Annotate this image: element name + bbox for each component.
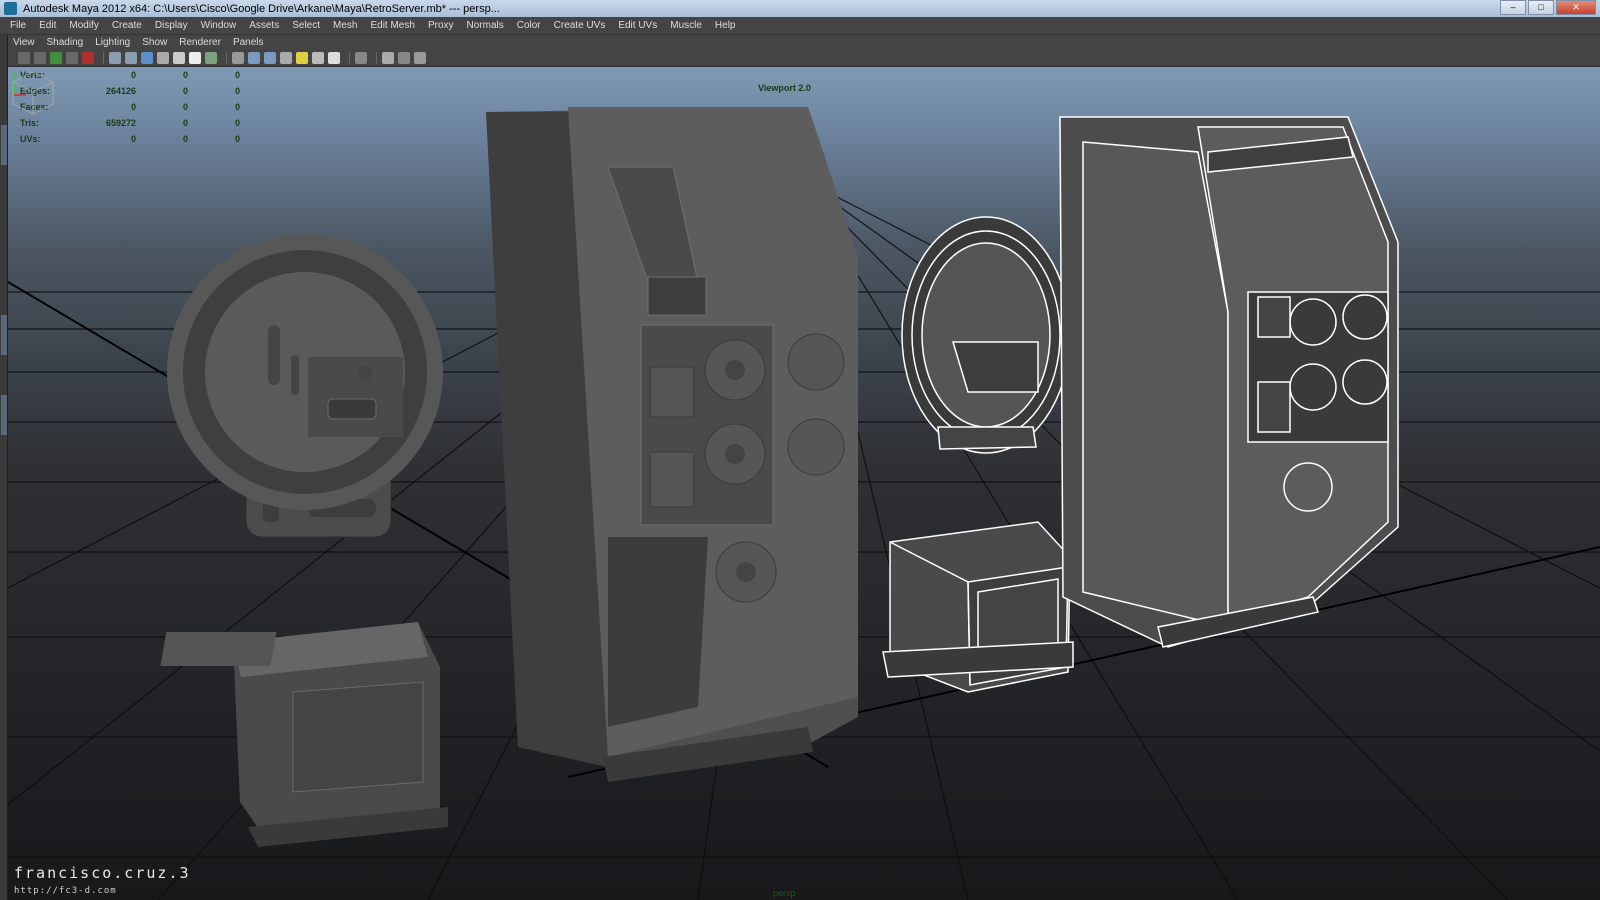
hud-value: 0 bbox=[130, 102, 136, 112]
maximize-icon[interactable]: □ bbox=[1528, 0, 1554, 15]
hud-value: 0 bbox=[182, 86, 188, 96]
viewport-persp[interactable]: Verts: 0 0 0 Edges: 264126 0 0 Faces: 0 … bbox=[8, 67, 1600, 900]
hud-value: 0 bbox=[182, 118, 188, 128]
lights-icon[interactable] bbox=[296, 52, 308, 64]
panel-toolbar bbox=[8, 50, 1600, 67]
shadows-icon[interactable] bbox=[312, 52, 324, 64]
hud-value: 0 bbox=[182, 102, 188, 112]
tall-cabinet-wireframe bbox=[1059, 116, 1399, 648]
toolbar-separator bbox=[103, 52, 104, 64]
window-title: Autodesk Maya 2012 x64: C:\Users\Cisco\G… bbox=[23, 2, 500, 15]
dock-tab[interactable] bbox=[1, 315, 7, 355]
tall-cabinet-mesh bbox=[486, 107, 858, 782]
hud-row-uvs: UVs: 0 0 0 bbox=[20, 131, 240, 147]
gate-mask-icon[interactable] bbox=[157, 52, 169, 64]
menu-window[interactable]: Window bbox=[201, 20, 237, 31]
wireframe-icon[interactable] bbox=[232, 52, 244, 64]
menu-mesh[interactable]: Mesh bbox=[333, 20, 357, 31]
panel-menu-show[interactable]: Show bbox=[142, 37, 167, 48]
select-camera-icon[interactable] bbox=[18, 52, 30, 64]
grid-icon[interactable] bbox=[109, 52, 121, 64]
menu-edit[interactable]: Edit bbox=[39, 20, 56, 31]
menu-file[interactable]: File bbox=[10, 20, 26, 31]
hud-value: 0 bbox=[234, 102, 240, 112]
menu-select[interactable]: Select bbox=[292, 20, 320, 31]
left-dock-strip bbox=[0, 35, 8, 900]
menu-display[interactable]: Display bbox=[155, 20, 188, 31]
menu-assets[interactable]: Assets bbox=[249, 20, 279, 31]
artist-url: http://fc3-d.com bbox=[14, 886, 117, 896]
panel-menu-lighting[interactable]: Lighting bbox=[95, 37, 130, 48]
ambient-occlusion-icon[interactable] bbox=[328, 52, 340, 64]
window-controls: – □ ✕ bbox=[1500, 0, 1596, 15]
panel-menu-panels[interactable]: Panels bbox=[233, 37, 264, 48]
xray-icon[interactable] bbox=[382, 52, 394, 64]
dock-tab[interactable] bbox=[1, 125, 7, 165]
hud-value: 0 bbox=[234, 118, 240, 128]
window-title-bar: Autodesk Maya 2012 x64: C:\Users\Cisco\G… bbox=[0, 0, 1600, 17]
hud-value: 0 bbox=[234, 70, 240, 80]
hud-label: Tris: bbox=[20, 118, 40, 128]
maya-app-icon bbox=[4, 2, 17, 15]
safe-title-icon[interactable] bbox=[205, 52, 217, 64]
safe-action-icon[interactable] bbox=[189, 52, 201, 64]
hud-value: 264126 bbox=[105, 86, 136, 96]
main-menu-bar: File Edit Modify Create Display Window A… bbox=[0, 17, 1600, 35]
renderer-label: Viewport 2.0 bbox=[758, 83, 811, 93]
hud-value: 0 bbox=[234, 86, 240, 96]
panel-menu-bar: View Shading Lighting Show Renderer Pane… bbox=[8, 35, 1600, 50]
panel-menu-renderer[interactable]: Renderer bbox=[179, 37, 221, 48]
menu-color[interactable]: Color bbox=[517, 20, 541, 31]
hud-value: 0 bbox=[234, 134, 240, 144]
panel-menu-view[interactable]: View bbox=[13, 37, 35, 48]
view-cube-icon[interactable] bbox=[8, 67, 58, 117]
menu-help[interactable]: Help bbox=[715, 20, 736, 31]
dock-tab[interactable] bbox=[1, 395, 7, 435]
menu-create-uvs[interactable]: Create UVs bbox=[554, 20, 606, 31]
hud-value: 0 bbox=[130, 134, 136, 144]
xray-joints-icon[interactable] bbox=[398, 52, 410, 64]
menu-normals[interactable]: Normals bbox=[467, 20, 504, 31]
smooth-shade-icon[interactable] bbox=[248, 52, 260, 64]
camera-attributes-icon[interactable] bbox=[34, 52, 46, 64]
menu-proxy[interactable]: Proxy bbox=[428, 20, 454, 31]
menu-edit-mesh[interactable]: Edit Mesh bbox=[370, 20, 414, 31]
viewport-scene bbox=[8, 107, 1600, 900]
menu-edit-uvs[interactable]: Edit UVs bbox=[618, 20, 657, 31]
toolbar-separator bbox=[349, 52, 350, 64]
hud-label: UVs: bbox=[20, 134, 41, 144]
toolbar-separator bbox=[376, 52, 377, 64]
artist-watermark: francisco.cruz.3 bbox=[14, 864, 191, 882]
menu-create[interactable]: Create bbox=[112, 20, 142, 31]
minimize-icon[interactable]: – bbox=[1500, 0, 1526, 15]
isolate-select-icon[interactable] bbox=[355, 52, 367, 64]
hypershade-icon[interactable] bbox=[414, 52, 426, 64]
hud-value: 659272 bbox=[105, 118, 136, 128]
resolution-gate-icon[interactable] bbox=[141, 52, 153, 64]
camera-name: persp bbox=[773, 888, 796, 898]
field-chart-icon[interactable] bbox=[173, 52, 185, 64]
grease-pencil-icon[interactable] bbox=[82, 52, 94, 64]
close-icon[interactable]: ✕ bbox=[1556, 0, 1596, 15]
hud-row-tris: Tris: 659272 0 0 bbox=[20, 115, 240, 131]
menu-modify[interactable]: Modify bbox=[69, 20, 98, 31]
hud-value: 0 bbox=[182, 134, 188, 144]
round-panel-wireframe bbox=[901, 216, 1071, 454]
panel-menu-shading[interactable]: Shading bbox=[47, 37, 84, 48]
image-plane-icon[interactable] bbox=[66, 52, 78, 64]
hud-value: 0 bbox=[130, 70, 136, 80]
hud-value: 0 bbox=[182, 70, 188, 80]
bookmark-icon[interactable] bbox=[50, 52, 62, 64]
toolbar-separator bbox=[226, 52, 227, 64]
small-box-mesh bbox=[160, 622, 448, 847]
menu-muscle[interactable]: Muscle bbox=[670, 20, 702, 31]
wireframe-on-shaded-icon[interactable] bbox=[264, 52, 276, 64]
film-gate-icon[interactable] bbox=[125, 52, 137, 64]
small-box-wireframe bbox=[882, 521, 1074, 693]
textured-icon[interactable] bbox=[280, 52, 292, 64]
